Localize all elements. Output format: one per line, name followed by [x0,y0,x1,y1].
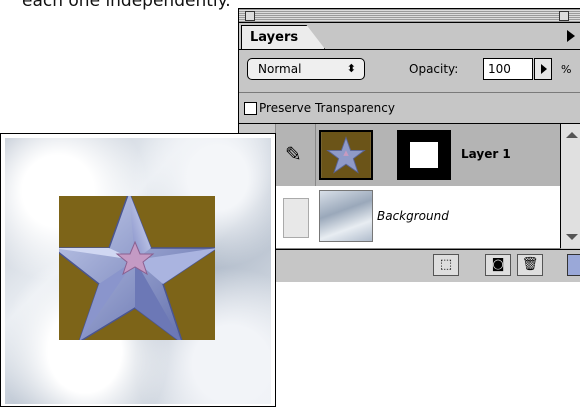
layers-list: ✎ Layer 1 Background [239,124,580,249]
close-box-icon[interactable] [245,11,255,21]
options-row: Normal ⬍ Opacity: 100 % [239,50,580,93]
palette-bottom-bar: ⬚ ◙ 🗑 [239,249,580,282]
layer-name: Background [377,209,449,223]
preserve-transparency-row: Preserve Transparency [239,93,580,124]
percent-sign: % [561,63,572,76]
opacity-field[interactable]: 100 [483,58,533,80]
gold-square [59,196,215,340]
palette-menu-arrow-icon[interactable] [567,30,575,42]
trash-icon[interactable]: 🗑 [517,254,543,276]
background-thumbnail[interactable] [319,190,373,242]
select-arrows-icon: ⬍ [346,62,356,75]
opacity-slider-arrow-icon[interactable] [534,58,552,80]
paintbrush-icon: ✎ [285,142,302,166]
preserve-transparency-label: Preserve Transparency [259,101,395,115]
new-layer-icon[interactable]: ◙ [485,254,511,276]
blend-mode-value: Normal [258,62,302,76]
tab-layers[interactable]: Layers [241,25,325,49]
layer-row-layer-1[interactable]: ✎ Layer 1 [239,124,561,187]
preserve-transparency-checkbox[interactable] [244,102,257,115]
edit-cell[interactable]: ✎ [275,124,316,186]
layer-name: Layer 1 [461,147,511,161]
star-image-icon [59,196,215,340]
mask-white-area [410,142,438,168]
star-thumbnail-icon [321,132,371,178]
tab-row: Layers [239,23,580,50]
layers-scrollbar[interactable] [560,124,580,248]
layer-row-background[interactable]: Background [239,186,561,249]
edit-cell[interactable] [283,198,309,238]
scroll-up-arrow-icon[interactable] [566,132,578,138]
scroll-down-arrow-icon[interactable] [566,234,578,240]
opacity-label: Opacity: [409,62,459,76]
blend-mode-select[interactable]: Normal ⬍ [247,58,365,80]
composite-image [0,133,276,407]
resize-grow-box-icon[interactable] [567,254,580,276]
zoom-box-icon[interactable] [559,11,569,21]
layer-mask-thumbnail[interactable] [397,130,451,180]
mask-icon[interactable]: ⬚ [433,254,459,276]
palette-titlebar[interactable] [239,9,580,23]
caption-text: each one independently. [22,0,231,11]
layer-thumbnail[interactable] [319,130,373,180]
layers-palette: Layers Normal ⬍ Opacity: 100 % Preserve … [238,8,580,282]
